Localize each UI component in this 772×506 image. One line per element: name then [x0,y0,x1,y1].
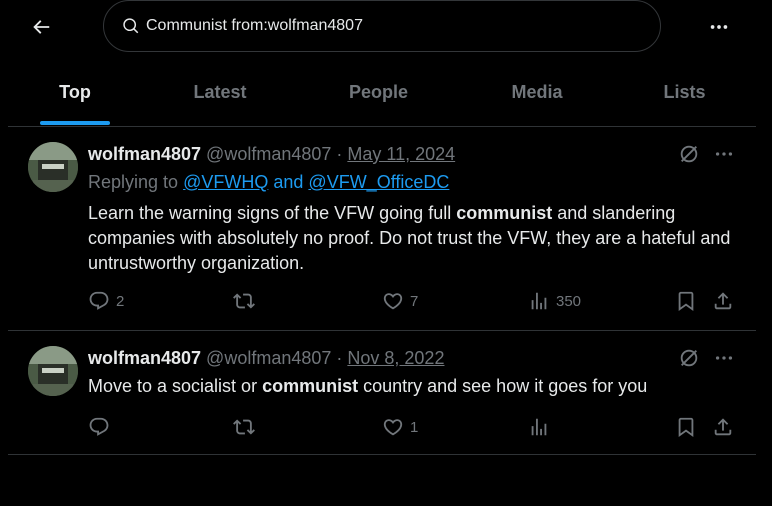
reply-button[interactable] [88,416,116,438]
search-bar[interactable] [103,0,661,52]
tweet-more-button[interactable] [713,143,735,165]
mention-link[interactable]: @VFW_OfficeDC [308,172,449,192]
reply-icon [89,291,109,310]
tweet-text: Move to a socialist or communist country… [88,374,738,399]
bookmark-icon [678,291,694,312]
top-bar [0,0,772,53]
tab-media[interactable]: Media [467,58,607,126]
like-button[interactable]: 7 [382,290,418,312]
tab-label: Lists [663,81,706,102]
bookmark-icon [678,417,694,438]
tweet[interactable]: wolfman4807 @wolfman4807 · Nov 8, 2022 M… [8,331,756,454]
views-button[interactable] [528,416,556,438]
search-highlight: communist [262,376,359,396]
separator-dot: · [336,348,343,368]
avatar[interactable] [28,346,78,396]
reply-count: 2 [116,292,125,310]
grok-button[interactable] [678,347,700,369]
tab-label: Top [59,81,91,102]
replying-prefix: Replying to [88,172,179,192]
repost-button[interactable] [233,290,261,312]
tweet-text: Learn the warning signs of the VFW going… [88,201,738,276]
search-tabs: Top Latest People Media Lists [0,58,772,126]
user-handle[interactable]: @wolfman4807 [206,144,331,165]
more-horizontal-icon [715,152,733,156]
bookmark-button[interactable] [675,416,697,438]
active-tab-indicator [40,121,110,125]
analytics-icon [531,418,547,436]
replying-to: Replying to @VFWHQ and @VFW_OfficeDC [88,172,449,193]
mention-conjunction: and [273,172,304,192]
tweet-text-part: Move to a socialist or [88,376,263,396]
grok-icon [680,145,698,163]
share-icon [714,292,732,310]
bookmark-button[interactable] [675,290,697,312]
divider [8,454,756,455]
tweet-more-button[interactable] [713,347,735,369]
search-input[interactable] [146,17,626,35]
tweet[interactable]: wolfman4807 @wolfman4807 · May 11, 2024 … [8,127,756,330]
views-button[interactable]: 350 [528,290,581,312]
tweet-text-part: country and see how it goes for you [358,376,648,396]
arrow-left-icon [33,20,50,34]
more-options-button[interactable] [704,12,734,42]
analytics-icon [531,292,547,310]
mention-link[interactable]: @VFWHQ [183,172,268,192]
back-button[interactable] [26,12,56,42]
reply-icon [89,417,109,436]
more-horizontal-icon [710,25,728,29]
tweet-date[interactable]: Nov 8, 2022 [347,348,444,369]
search-icon [122,17,140,35]
reply-button[interactable]: 2 [88,290,124,312]
like-count: 7 [410,292,419,310]
tab-people[interactable]: People [290,58,467,126]
tweet-text-part: Learn the warning signs of the VFW going… [88,203,457,223]
tab-lists[interactable]: Lists [607,58,762,126]
like-count: 1 [410,418,419,436]
like-button[interactable]: 1 [382,416,418,438]
tweet-date[interactable]: May 11, 2024 [347,144,455,165]
repost-icon [233,293,255,309]
grok-icon [680,349,698,367]
tab-label: Latest [193,81,247,102]
tab-top[interactable]: Top [0,58,150,126]
repost-icon [233,419,255,435]
view-count: 350 [556,292,582,310]
tab-latest[interactable]: Latest [150,58,290,126]
heart-icon [383,419,403,436]
separator-dot: · [336,144,343,164]
share-icon [714,418,732,436]
tab-label: People [348,81,409,102]
heart-icon [383,293,403,310]
avatar[interactable] [28,142,78,192]
tweet-header: wolfman4807 @wolfman4807 · May 11, 2024 [88,144,455,165]
share-button[interactable] [712,416,734,438]
repost-button[interactable] [233,416,261,438]
tab-label: Media [511,81,563,102]
grok-button[interactable] [678,143,700,165]
display-name[interactable]: wolfman4807 [88,144,201,165]
tweet-header: wolfman4807 @wolfman4807 · Nov 8, 2022 [88,348,444,369]
display-name[interactable]: wolfman4807 [88,348,201,369]
user-handle[interactable]: @wolfman4807 [206,348,331,369]
share-button[interactable] [712,290,734,312]
more-horizontal-icon [715,356,733,360]
search-highlight: communist [456,203,553,223]
